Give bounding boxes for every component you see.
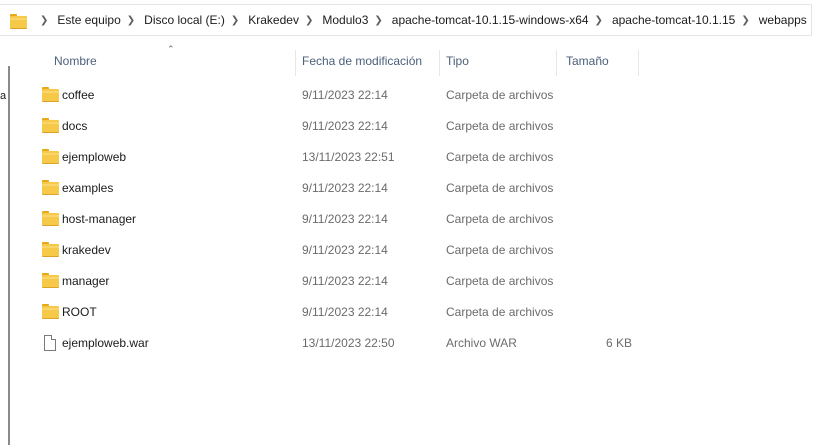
file-row-krakedev[interactable]: krakedev 9/11/2023 22:14 Carpeta de arch… [20,235,820,266]
folder-icon [42,118,60,134]
file-row-ejemploweb-war[interactable]: ejemploweb.war 13/11/2023 22:50 Archivo … [20,328,820,359]
folder-icon [42,180,60,196]
file-type: Carpeta de archivos [446,212,554,226]
breadcrumb-label[interactable]: Modulo3 [322,13,368,27]
column-header-row: ⌃ Nombre Fecha de modificación Tipo Tama… [20,42,820,80]
file-list: coffee 9/11/2023 22:14 Carpeta de archiv… [20,80,820,359]
file-type: Carpeta de archivos [446,274,554,288]
breadcrumb-item-modulo3[interactable]: ❯ Modulo3 [299,5,368,35]
chevron-right-icon[interactable]: ❯ [305,15,313,26]
address-bar[interactable]: ❯ Este equipo ❯ Disco local (E:) ❯ Krake… [0,0,820,42]
file-type: Carpeta de archivos [446,305,554,319]
file-type: Carpeta de archivos [446,88,554,102]
file-type: Carpeta de archivos [446,181,554,195]
breadcrumb-label[interactable]: Krakedev [248,13,299,27]
breadcrumb-item-disco-local[interactable]: ❯ Disco local (E:) [121,5,225,35]
file-date: 9/11/2023 22:14 [302,181,388,195]
file-name[interactable]: host-manager [62,212,136,226]
file-row-docs[interactable]: docs 9/11/2023 22:14 Carpeta de archivos [20,111,820,142]
sort-ascending-icon: ⌃ [167,44,175,54]
file-name[interactable]: ejemploweb.war [62,336,149,350]
breadcrumb-label[interactable]: webapps [759,13,807,27]
file-date: 9/11/2023 22:14 [302,212,388,226]
breadcrumb-label[interactable]: apache-tomcat-10.1.15 [612,13,735,27]
breadcrumb-label[interactable]: Este equipo [57,13,120,27]
chevron-right-icon[interactable]: ❯ [127,15,135,26]
column-divider[interactable] [556,50,557,76]
file-date: 9/11/2023 22:14 [302,243,388,257]
file-name[interactable]: examples [62,181,113,195]
column-divider[interactable] [295,50,296,76]
chevron-right-icon[interactable]: ❯ [595,15,603,26]
file-date: 9/11/2023 22:14 [302,305,388,319]
file-date: 9/11/2023 22:14 [302,88,388,102]
file-name[interactable]: krakedev [62,243,111,257]
column-divider[interactable] [439,50,440,76]
column-header-date[interactable]: Fecha de modificación [302,54,422,68]
file-row-ejemploweb[interactable]: ejemploweb 13/11/2023 22:51 Carpeta de a… [20,142,820,173]
file-name[interactable]: manager [62,274,109,288]
file-date: 9/11/2023 22:14 [302,274,388,288]
folder-icon [42,242,60,258]
file-row-examples[interactable]: examples 9/11/2023 22:14 Carpeta de arch… [20,173,820,204]
navigation-pane-scrollbar[interactable] [8,66,10,445]
folder-icon [42,149,60,165]
file-size: 6 KB [605,336,632,350]
folder-icon [10,13,27,29]
file-name[interactable]: coffee [62,88,94,102]
breadcrumb-item-apache-tomcat[interactable]: ❯ apache-tomcat-10.1.15 [589,5,736,35]
column-divider[interactable] [638,50,639,76]
file-name[interactable]: ejemploweb [62,150,126,164]
folder-icon [42,211,60,227]
file-date: 13/11/2023 22:51 [302,150,395,164]
breadcrumb-label[interactable]: Disco local (E:) [144,13,225,27]
chevron-right-icon[interactable]: ❯ [231,15,239,26]
breadcrumb[interactable]: ❯ Este equipo ❯ Disco local (E:) ❯ Krake… [0,4,812,36]
file-type: Archivo WAR [446,336,517,350]
folder-icon [42,273,60,289]
file-row-host-manager[interactable]: host-manager 9/11/2023 22:14 Carpeta de … [20,204,820,235]
file-type: Carpeta de archivos [446,150,554,164]
column-header-name[interactable]: Nombre [54,54,97,68]
file-row-manager[interactable]: manager 9/11/2023 22:14 Carpeta de archi… [20,266,820,297]
folder-icon [42,304,60,320]
file-type: Carpeta de archivos [446,243,554,257]
column-header-type[interactable]: Tipo [446,54,469,68]
file-icon [42,335,60,351]
folder-icon [42,87,60,103]
column-header-size[interactable]: Tamaño [566,54,609,68]
chevron-right-icon[interactable]: ❯ [40,15,48,26]
file-type: Carpeta de archivos [446,119,554,133]
file-name[interactable]: docs [62,119,87,133]
file-row-root[interactable]: ROOT 9/11/2023 22:14 Carpeta de archivos [20,297,820,328]
file-row-coffee[interactable]: coffee 9/11/2023 22:14 Carpeta de archiv… [20,80,820,111]
navigation-pane[interactable]: a [0,42,20,445]
navigation-pane-item-text[interactable]: a [0,90,6,102]
breadcrumb-item-apache-tomcat-windows[interactable]: ❯ apache-tomcat-10.1.15-windows-x64 [368,5,588,35]
file-name[interactable]: ROOT [62,305,97,319]
breadcrumb-item-este-equipo[interactable]: ❯ Este equipo [34,5,121,35]
breadcrumb-item-krakedev[interactable]: ❯ Krakedev [225,5,299,35]
file-date: 9/11/2023 22:14 [302,119,388,133]
chevron-right-icon[interactable]: ❯ [374,15,382,26]
file-date: 13/11/2023 22:50 [302,336,395,350]
chevron-right-icon[interactable]: ❯ [741,15,749,26]
breadcrumb-item-webapps[interactable]: ❯ webapps [735,5,806,35]
breadcrumb-label[interactable]: apache-tomcat-10.1.15-windows-x64 [392,13,589,27]
